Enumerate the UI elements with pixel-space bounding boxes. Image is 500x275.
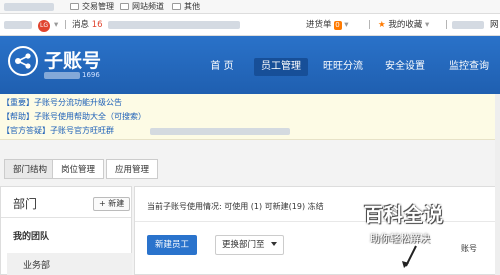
blurred-account bbox=[4, 21, 32, 29]
bookmark-label: 其他 bbox=[184, 2, 200, 11]
pending-count: 0 bbox=[333, 21, 342, 30]
change-department-label: 更换部门至 bbox=[222, 240, 265, 250]
divider: | bbox=[445, 20, 448, 30]
messages-label: 消息 bbox=[72, 20, 90, 30]
bookmark-item[interactable]: 其他 bbox=[172, 2, 200, 12]
nav-wangwang-routing[interactable]: 旺旺分流 bbox=[318, 58, 368, 76]
baike-watermark: 百科全说 助你轻松解决 bbox=[352, 196, 492, 268]
app-title: 子账号 bbox=[44, 50, 102, 72]
new-employee-button[interactable]: 新建员工 bbox=[147, 235, 198, 255]
department-node[interactable]: 业务部 bbox=[7, 253, 132, 275]
blurred-links bbox=[108, 21, 240, 29]
divider bbox=[1, 217, 131, 218]
chevron-down-icon: ▾ bbox=[344, 20, 349, 30]
scrollbar[interactable] bbox=[495, 94, 500, 275]
tab-app-management[interactable]: 应用管理 bbox=[106, 159, 159, 179]
watermark-subtitle: 助你轻松解决 bbox=[370, 234, 430, 245]
new-department-button[interactable]: + 新建 bbox=[93, 197, 131, 211]
blurred-notice-tail bbox=[150, 128, 290, 135]
pending-label: 进货单 bbox=[306, 20, 332, 30]
nav-security-settings[interactable]: 安全设置 bbox=[380, 58, 430, 76]
notice-text: 【官方答疑】子账号官方旺旺群 bbox=[2, 126, 114, 135]
pending-orders-link[interactable]: 进货单 0 ▾ bbox=[306, 19, 349, 31]
divider: | bbox=[368, 20, 371, 30]
caret-down-icon bbox=[270, 242, 277, 246]
messages-count: 16 bbox=[91, 20, 103, 30]
nav-monitoring[interactable]: 监控查询 bbox=[442, 58, 496, 76]
tab-position-management[interactable]: 岗位管理 bbox=[52, 159, 105, 179]
bookmark-item[interactable]: 交易管理 bbox=[70, 2, 114, 12]
arrow-icon bbox=[402, 245, 417, 268]
favorites-link[interactable]: ★ 我的收藏 ▾ bbox=[378, 19, 429, 31]
star-icon: ★ bbox=[378, 20, 386, 30]
notice-link[interactable]: 【帮助】子账号使用帮助大全（可搜索） bbox=[2, 111, 146, 123]
account-id-suffix: 1696 bbox=[82, 71, 100, 79]
bookmarks-bar: 交易管理 网站频道 其他 bbox=[0, 0, 500, 14]
bookmark-label: 网站频道 bbox=[132, 2, 164, 11]
account-id: 1696 bbox=[44, 71, 104, 80]
favorites-label: 我的收藏 bbox=[388, 20, 423, 30]
bookmark-label: 交易管理 bbox=[82, 2, 114, 11]
folder-icon bbox=[172, 3, 181, 10]
department-label: 业务部 bbox=[23, 261, 51, 271]
lg-badge-icon: LG bbox=[38, 20, 50, 32]
lg-badge[interactable]: LG bbox=[38, 19, 50, 32]
notice-area: 【重要】子账号分流功能升级公告 【帮助】子账号使用帮助大全（可搜索） 【官方答疑… bbox=[0, 94, 500, 140]
chevron-down-icon: ▾ bbox=[425, 20, 430, 30]
notice-link[interactable]: 【重要】子账号分流功能升级公告 bbox=[2, 97, 122, 109]
folder-icon bbox=[120, 3, 129, 10]
folder-icon bbox=[70, 3, 79, 10]
main-header: 子账号 1696 首 页 员工管理 旺旺分流 安全设置 监控查询 bbox=[0, 36, 500, 94]
blurred-bookmark bbox=[4, 3, 54, 11]
divider: | bbox=[64, 20, 67, 30]
department-title: 部门 bbox=[13, 197, 38, 211]
department-panel: 部门 + 新建 我的团队 业务部 bbox=[0, 186, 132, 275]
my-team-node[interactable]: 我的团队 bbox=[13, 229, 49, 242]
change-department-dropdown[interactable]: 更换部门至 bbox=[215, 235, 284, 255]
blurred-item bbox=[452, 21, 484, 29]
blurred-account-id bbox=[44, 72, 80, 79]
bookmark-item[interactable]: 网站频道 bbox=[120, 2, 164, 12]
nav-staff-management[interactable]: 员工管理 bbox=[254, 58, 308, 76]
account-usage-stats: 当前子账号使用情况: 可使用 (1) 可新建(19) 冻结 bbox=[147, 202, 324, 211]
toolbar-tail[interactable]: 网 bbox=[490, 19, 499, 31]
watermark-title: 百科全说 bbox=[364, 204, 445, 226]
site-toolbar: LG ▾ | 消息 16 进货单 0 ▾ | ★ 我的收藏 ▾ | 网 bbox=[0, 14, 500, 36]
notice-link[interactable]: 【官方答疑】子账号官方旺旺群 bbox=[2, 125, 114, 137]
nav-home[interactable]: 首 页 bbox=[200, 58, 244, 76]
share-logo-icon bbox=[8, 46, 38, 76]
tab-department-structure[interactable]: 部门结构 bbox=[4, 159, 57, 179]
section-tabs: 部门结构 岗位管理 应用管理 bbox=[0, 152, 500, 182]
chevron-down-icon[interactable]: ▾ bbox=[54, 19, 58, 31]
messages-link[interactable]: 消息 16 bbox=[72, 19, 103, 31]
